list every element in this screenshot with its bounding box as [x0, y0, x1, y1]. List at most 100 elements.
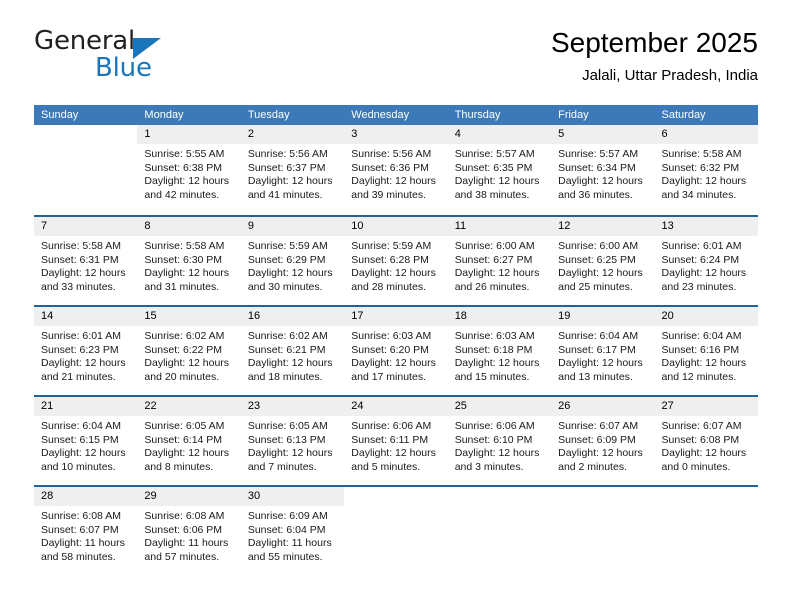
sunset-text: Sunset: 6:22 PM — [144, 343, 223, 356]
day-cell[interactable]: 29 Sunrise: 6:08 AM Sunset: 6:06 PM Dayligh… — [137, 487, 241, 575]
sunset-text: Sunset: 6:15 PM — [41, 433, 119, 446]
day-cell[interactable]: 23 Sunrise: 6:05 AM Sunset: 6:13 PM Dayligh… — [240, 397, 345, 485]
sunrise-text: Sunrise: 6:07 AM — [558, 420, 639, 432]
weekday-header-friday: Friday — [558, 109, 589, 121]
sunset-text: Sunset: 6:14 PM — [144, 433, 223, 446]
daylight-text: Daylight: 12 hours and 31 minutes. — [144, 267, 230, 293]
daylight-text: Daylight: 12 hours and 10 minutes. — [41, 447, 126, 473]
weekday-header-thursday: Thursday — [454, 109, 501, 121]
general-blue-logo[interactable]: General Blue — [34, 26, 264, 88]
daylight-text: Daylight: 12 hours and 20 minutes. — [144, 357, 230, 383]
sunset-text: Sunset: 6:17 PM — [558, 343, 636, 356]
day-cell[interactable]: 26 Sunrise: 6:07 AM Sunset: 6:09 PM Dayligh… — [551, 397, 655, 485]
calendar-page: General Blue September 2025 Jalali, Utta… — [0, 0, 792, 612]
calendar-grid: Sunday Monday Tuesday Wednesday Thursday Frid… — [34, 105, 758, 575]
day-cell[interactable]: 28 Sunrise: 6:08 AM Sunset: 6:07 PM Dayligh… — [34, 487, 138, 575]
sunset-text: Sunset: 6:27 PM — [454, 253, 533, 266]
day-number: 29 — [137, 487, 241, 506]
day-cell[interactable]: 13 Sunrise: 6:01 AM Sunset: 6:24 PM Dayligh… — [654, 217, 758, 305]
day-number: 5 — [551, 125, 655, 144]
sunrise-text: Sunrise: 6:03 AM — [351, 330, 432, 342]
day-cell[interactable]: 2 Sunrise: 5:56 AM Sunset: 6:37 PM Daylight… — [240, 125, 345, 213]
day-sun-info: Sunrise: 6:09 AM Sunset: 6:04 PM Daylight:… — [241, 506, 344, 564]
day-cell[interactable]: 6 Sunrise: 5:58 AM Sunset: 6:32 PM Daylight… — [654, 125, 758, 213]
logo-text-general: General — [34, 26, 136, 56]
day-cell[interactable]: 11 Sunrise: 6:00 AM Sunset: 6:27 PM Dayligh… — [447, 217, 552, 305]
day-cell-empty — [344, 487, 448, 575]
day-cell[interactable]: 30 Sunrise: 6:09 AM Sunset: 6:04 PM Dayligh… — [240, 487, 345, 575]
page-title: September 2025 — [550, 27, 758, 58]
day-cell[interactable]: 27 Sunrise: 6:07 AM Sunset: 6:08 PM Dayligh… — [654, 397, 758, 485]
sunrise-text: Sunrise: 5:57 AM — [558, 148, 639, 160]
day-cell[interactable]: 9 Sunrise: 5:59 AM Sunset: 6:29 PM Daylight… — [240, 217, 345, 305]
day-cell[interactable]: 12 Sunrise: 6:00 AM Sunset: 6:25 PM Dayligh… — [551, 217, 655, 305]
daylight-text: Daylight: 12 hours and 13 minutes. — [558, 357, 643, 383]
sunrise-text: Sunrise: 5:58 AM — [144, 240, 225, 252]
daylight-text: Daylight: 12 hours and 34 minutes. — [661, 175, 747, 201]
day-number: 17 — [344, 307, 448, 326]
day-cell[interactable]: 18 Sunrise: 6:03 AM Sunset: 6:18 PM Dayligh… — [447, 307, 552, 395]
sunset-text: Sunset: 6:20 PM — [351, 343, 429, 356]
title-block: September 2025 Jalali, Uttar Pradesh, In… — [551, 26, 758, 86]
daylight-text: Daylight: 12 hours and 36 minutes. — [558, 175, 643, 201]
sunset-text: Sunset: 6:21 PM — [247, 343, 326, 356]
day-sun-info: Sunrise: 5:57 AM Sunset: 6:35 PM Daylight:… — [448, 144, 551, 202]
day-cell[interactable]: 16 Sunrise: 6:02 AM Sunset: 6:21 PM Dayligh… — [240, 307, 345, 395]
day-cell[interactable]: 3 Sunrise: 5:56 AM Sunset: 6:36 PM Daylight… — [344, 125, 448, 213]
day-number — [654, 487, 758, 506]
day-sun-info: Sunrise: 6:04 AM Sunset: 6:16 PM Daylight:… — [655, 326, 758, 384]
daylight-text: Daylight: 12 hours and 3 minutes. — [454, 447, 540, 473]
day-number — [344, 487, 448, 506]
day-cell[interactable]: 17 Sunrise: 6:03 AM Sunset: 6:20 PM Dayligh… — [344, 307, 448, 395]
daylight-text: Daylight: 12 hours and 30 minutes. — [247, 267, 333, 293]
day-cell[interactable]: 14 Sunrise: 6:01 AM Sunset: 6:23 PM Dayligh… — [34, 307, 138, 395]
daylight-text: Daylight: 12 hours and 23 minutes. — [661, 267, 747, 293]
sunset-text: Sunset: 6:37 PM — [247, 161, 326, 174]
weekday-header-tuesday: Tuesday — [247, 109, 290, 121]
sunset-text: Sunset: 6:04 PM — [247, 523, 326, 536]
sunrise-text: Sunrise: 5:59 AM — [351, 240, 432, 252]
day-number: 13 — [654, 217, 758, 236]
day-number: 25 — [447, 397, 552, 416]
daylight-text: Daylight: 12 hours and 41 minutes. — [247, 175, 333, 201]
calendar-week-row: 1 Sunrise: 5:55 AM Sunset: 6:38 PM Daylight… — [34, 125, 758, 215]
day-cell[interactable]: 1 Sunrise: 5:55 AM Sunset: 6:38 PM Daylight… — [137, 125, 241, 213]
daylight-text: Daylight: 12 hours and 33 minutes. — [41, 267, 126, 293]
sunset-text: Sunset: 6:34 PM — [558, 161, 636, 174]
day-cell[interactable]: 25 Sunrise: 6:06 AM Sunset: 6:10 PM Dayligh… — [447, 397, 552, 485]
day-cell[interactable]: 7 Sunrise: 5:58 AM Sunset: 6:31 PM Daylight… — [34, 217, 138, 305]
daylight-text: Daylight: 12 hours and 7 minutes. — [247, 447, 333, 473]
day-cell[interactable]: 19 Sunrise: 6:04 AM Sunset: 6:17 PM Dayligh… — [551, 307, 655, 395]
sunrise-text: Sunrise: 5:57 AM — [454, 148, 535, 160]
day-cell[interactable]: 22 Sunrise: 6:05 AM Sunset: 6:14 PM Dayligh… — [137, 397, 241, 485]
day-sun-info: Sunrise: 5:59 AM Sunset: 6:28 PM Daylight:… — [344, 236, 447, 294]
weekday-header-wednesday: Wednesday — [351, 109, 410, 121]
day-cell[interactable]: 20 Sunrise: 6:04 AM Sunset: 6:16 PM Dayligh… — [654, 307, 758, 395]
weekday-header-sunday: Sunday — [41, 109, 79, 121]
sunrise-text: Sunrise: 6:04 AM — [41, 420, 121, 432]
day-number: 23 — [240, 397, 345, 416]
sunset-text: Sunset: 6:36 PM — [351, 161, 429, 174]
day-cell[interactable]: 8 Sunrise: 5:58 AM Sunset: 6:30 PM Daylight… — [137, 217, 241, 305]
sunset-text: Sunset: 6:24 PM — [661, 253, 740, 266]
sunset-text: Sunset: 6:06 PM — [144, 523, 223, 536]
daylight-text: Daylight: 12 hours and 26 minutes. — [454, 267, 540, 293]
day-cell[interactable]: 5 Sunrise: 5:57 AM Sunset: 6:34 PM Daylight… — [551, 125, 655, 213]
day-cell[interactable]: 24 Sunrise: 6:06 AM Sunset: 6:11 PM Dayligh… — [344, 397, 448, 485]
day-cell[interactable]: 21 Sunrise: 6:04 AM Sunset: 6:15 PM Dayligh… — [34, 397, 138, 485]
logo-text-blue: Blue — [95, 53, 152, 83]
sunset-text: Sunset: 6:29 PM — [247, 253, 326, 266]
day-cell[interactable]: 4 Sunrise: 5:57 AM Sunset: 6:35 PM Daylight… — [447, 125, 552, 213]
weekday-header-saturday: Saturday — [661, 109, 706, 121]
sunset-text: Sunset: 6:16 PM — [661, 343, 740, 356]
day-number: 24 — [344, 397, 448, 416]
day-sun-info: Sunrise: 6:06 AM Sunset: 6:11 PM Daylight:… — [344, 416, 447, 474]
day-cell-empty — [447, 487, 552, 575]
calendar-weeks: 1 Sunrise: 5:55 AM Sunset: 6:38 PM Daylight… — [34, 125, 758, 575]
day-number: 6 — [654, 125, 758, 144]
daylight-text: Daylight: 11 hours and 57 minutes. — [144, 537, 229, 563]
day-cell[interactable]: 15 Sunrise: 6:02 AM Sunset: 6:22 PM Dayligh… — [137, 307, 241, 395]
day-cell[interactable]: 10 Sunrise: 5:59 AM Sunset: 6:28 PM Dayligh… — [344, 217, 448, 305]
sunrise-text: Sunrise: 6:01 AM — [661, 240, 742, 252]
day-number: 8 — [137, 217, 241, 236]
